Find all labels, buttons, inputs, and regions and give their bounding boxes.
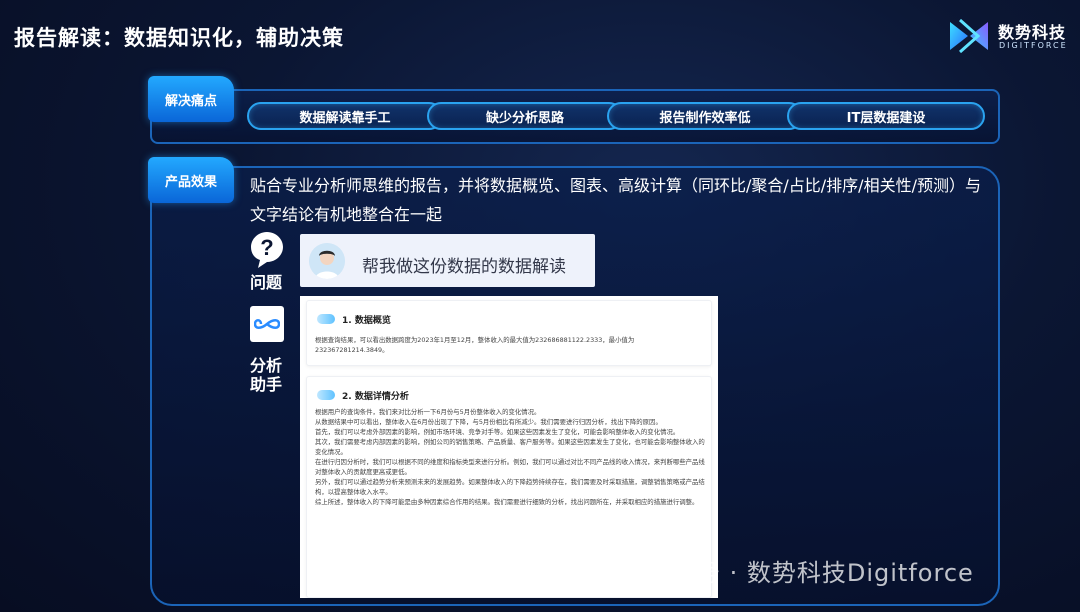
section-title: 1. 数据概览: [342, 315, 391, 326]
product-effect-tag: 产品效果: [148, 157, 234, 203]
section-toggle-icon: [317, 314, 335, 324]
company-logo: 数势科技 DIGITFORCE: [946, 16, 1076, 58]
report-section-overview: 1. 数据概览 根据查询结果，可以看出数据跨度为2023年1月至12月，整体收入…: [306, 300, 712, 366]
pain-point-item: 数据解读靠手工: [247, 102, 443, 130]
paragraph: 根据用户的查询条件，我们来对比分析一下6月份与5月份整体收入的变化情况。: [315, 408, 541, 416]
page-title: 报告解读：数据知识化，辅助决策: [14, 26, 344, 50]
paragraph: 首先，我们可以考虑外部因素的影响，例如市场环境、竞争对手等。如果这些因素发生了变…: [315, 428, 680, 436]
infinity-icon: [254, 319, 280, 329]
pain-points-tag: 解决痛点: [148, 76, 234, 122]
paragraph: 其次，我们需要考虑内部因素的影响，例如公司的销售策略、产品质量、客户服务等。如果…: [315, 438, 705, 456]
product-effect-description: 贴合专业分析师思维的报告，并将数据概览、图表、高级计算（同环比/聚合/占比/排序…: [250, 176, 981, 224]
paragraph: 在进行归因分析时，我们可以根据不同的维度和指标类型来进行分析。例如，我们可以通过…: [315, 458, 705, 476]
avatar-icon: [309, 243, 345, 279]
section-toggle-icon: [317, 390, 335, 400]
paragraph: 另外，我们可以通过趋势分析来预测未来的发展趋势。如果整体收入的下降趋势持续存在，…: [315, 478, 705, 496]
pain-points-list: 数据解读靠手工 缺少分析思路 报告制作效率低 IT层数据建设: [247, 102, 985, 130]
section-body: 根据查询结果，可以看出数据跨度为2023年1月至12月，整体收入的最大值为232…: [315, 336, 635, 354]
svg-text:?: ?: [260, 235, 273, 260]
assistant-label: 分析助手: [250, 356, 283, 394]
pain-point-item: 缺少分析思路: [427, 102, 623, 130]
question-label: 问题: [250, 273, 283, 292]
question-bubble-icon: ?: [251, 232, 283, 268]
user-avatar: [309, 243, 345, 279]
logo-subtitle: DIGITFORCE: [999, 41, 1068, 50]
paragraph: 综上所述，整体收入的下降可能是由多种因素综合作用的结果。我们需要进行细致的分析，…: [315, 498, 699, 506]
question-text: 帮我做这份数据的数据解读: [362, 257, 566, 277]
paragraph: 从数据结果中可以看出，整体收入在6月份出现了下降，与5月份相比有所减少。我们需要…: [315, 418, 662, 426]
watermark: 公众号 · 数势科技Digitforce: [646, 559, 974, 587]
assistant-logo-icon: [250, 306, 284, 342]
logo-name: 数势科技: [998, 23, 1067, 42]
logo-mark-icon: [950, 18, 988, 54]
section-body: 根据用户的查询条件，我们来对比分析一下6月份与5月份整体收入的变化情况。 从数据…: [315, 407, 707, 507]
section-title: 2. 数据详情分析: [342, 391, 409, 402]
pain-point-item: 报告制作效率低: [607, 102, 803, 130]
pain-point-item: IT层数据建设: [787, 102, 985, 130]
